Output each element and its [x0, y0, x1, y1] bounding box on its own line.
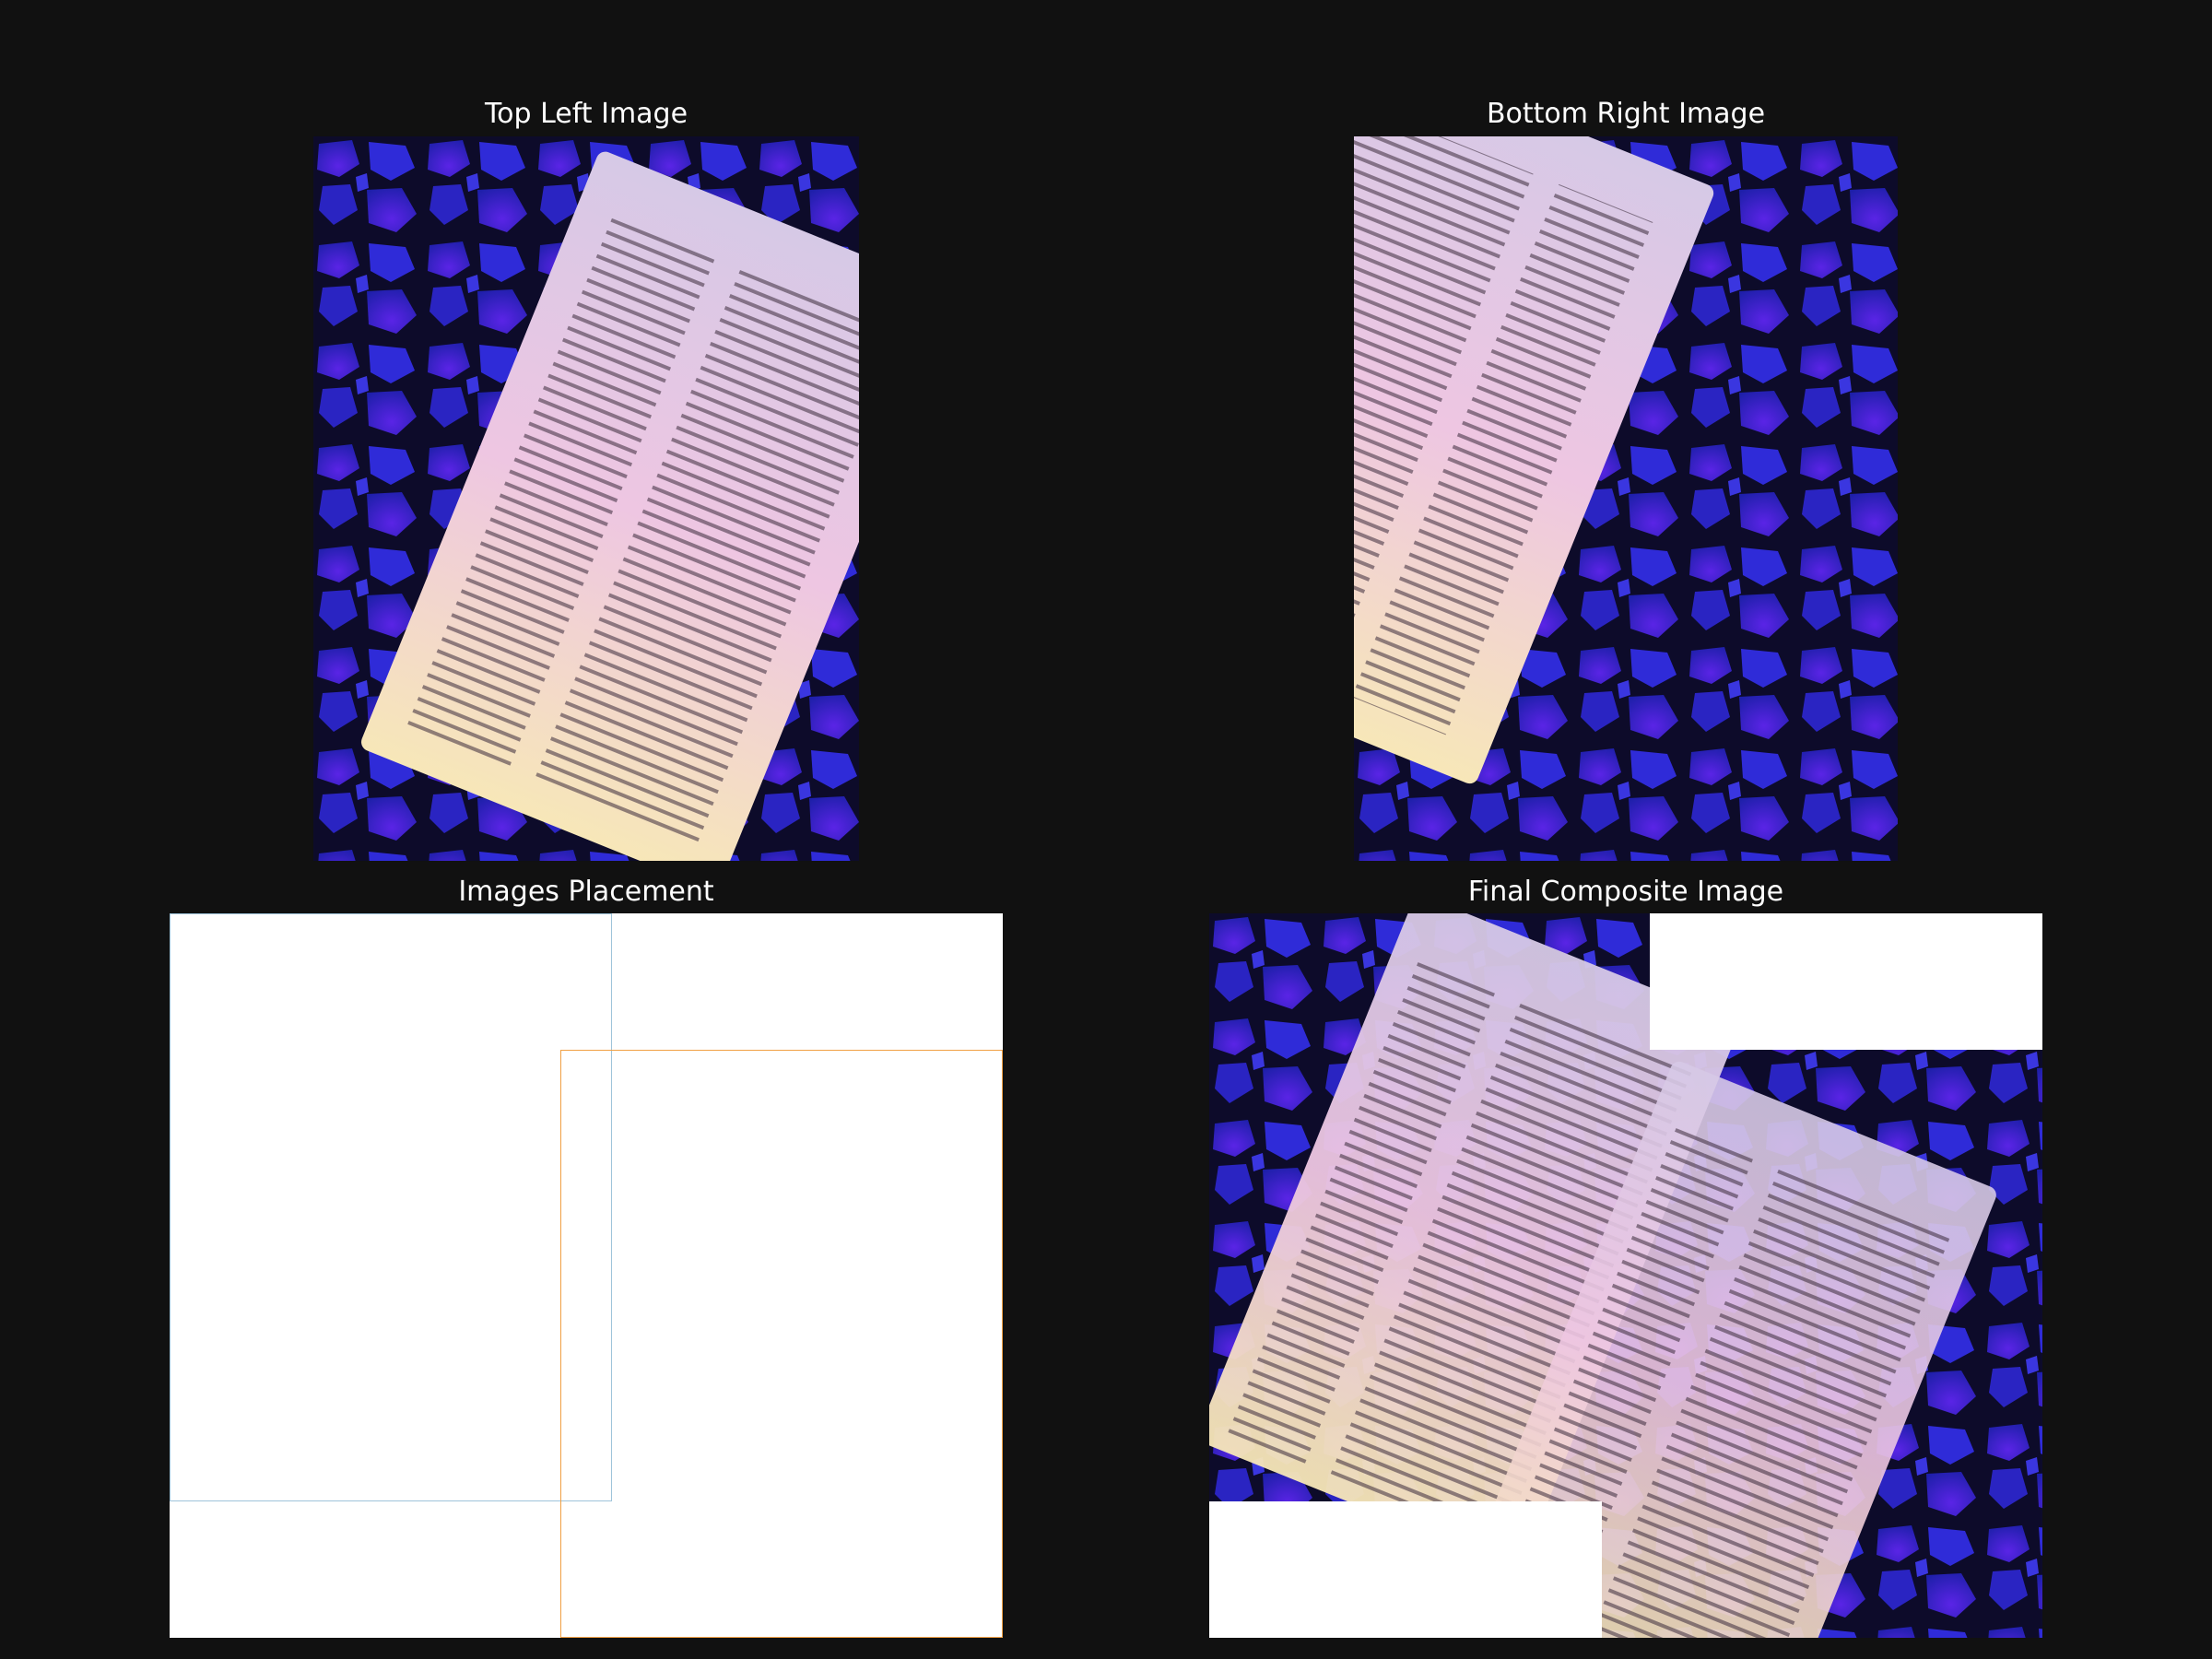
bottom-right-photo [1354, 136, 1898, 861]
title-final-composite-image: Final Composite Image [1467, 876, 1784, 908]
composite-empty-bottom-left [1209, 1501, 1602, 1638]
document-photo-icon [313, 136, 859, 861]
title-top-left-image: Top Left Image [484, 98, 688, 130]
title-images-placement: Images Placement [458, 876, 714, 908]
top-left-placement-outline [170, 913, 612, 1501]
composite-empty-top-right [1650, 913, 2042, 1050]
top-left-photo [313, 136, 859, 861]
title-bottom-right-image: Bottom Right Image [1486, 98, 1766, 130]
document-photo-icon [1354, 136, 1898, 861]
bottom-right-placement-outline [560, 1050, 1003, 1638]
